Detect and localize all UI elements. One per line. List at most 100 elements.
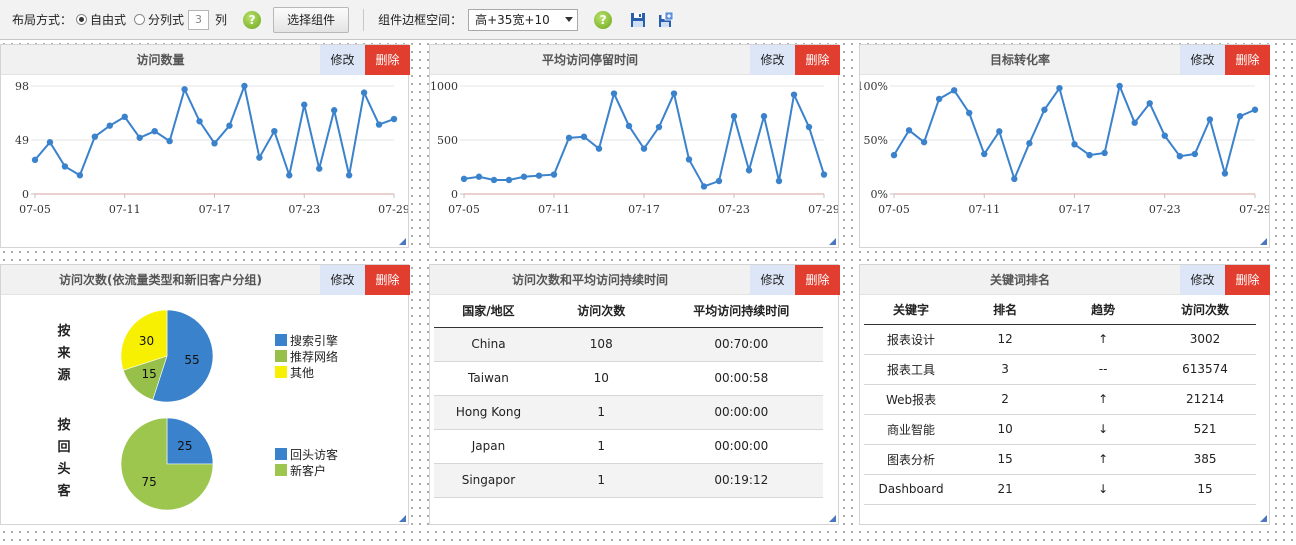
- x-tick-label: 07-29: [1239, 203, 1269, 216]
- table-row: Japan 1 00:00:00: [434, 429, 823, 464]
- legend-swatch: [275, 334, 287, 346]
- column-count-input[interactable]: 3: [188, 9, 210, 30]
- table-cell: Hong Kong: [434, 395, 543, 430]
- column-layout-radio[interactable]: [134, 14, 146, 25]
- free-layout-radio[interactable]: [76, 14, 88, 25]
- delete-button[interactable]: 删除: [795, 45, 840, 75]
- pie-group-label-char: 回: [57, 440, 71, 455]
- legend-swatch: [275, 448, 287, 460]
- data-point: [655, 123, 663, 131]
- delete-button[interactable]: 删除: [1225, 265, 1270, 295]
- legend-item: 其他: [275, 364, 338, 380]
- avg-stay-time-chart: 0 500 1000 07-05 07-11 07-17 07-23 07-29: [430, 80, 838, 216]
- save-icon[interactable]: [630, 12, 646, 28]
- help-icon[interactable]: ?: [594, 10, 613, 29]
- x-tick-label: 07-11: [538, 203, 570, 216]
- table-cell: ↓: [1052, 474, 1155, 505]
- table-cell: Japan: [434, 429, 543, 464]
- data-point: [981, 150, 988, 158]
- save-as-icon[interactable]: [658, 11, 674, 28]
- table-cell: --: [1052, 354, 1155, 385]
- x-tick-label: 07-29: [378, 203, 408, 216]
- data-point: [805, 123, 813, 131]
- visits-count-chart: 0 49 98 07-05 07-11 07-17 07-23 07-29: [15, 80, 408, 216]
- data-point: [950, 87, 958, 94]
- table-cell: 108: [542, 327, 660, 362]
- data-point: [91, 133, 99, 140]
- x-tick-label: 07-17: [628, 203, 660, 216]
- resize-handle[interactable]: [1260, 238, 1267, 245]
- data-point: [760, 113, 768, 120]
- pie-group-label-char: 按: [57, 418, 71, 433]
- x-tick-label: 07-05: [19, 203, 51, 216]
- border-space-label: 组件边框空间：: [378, 13, 463, 27]
- table-cell: China: [434, 327, 543, 362]
- column-header: 趋势: [1052, 295, 1155, 325]
- avg-stay-time-panel: 平均访问停留时间 修改 删除 0 500 1000 07-05 07-11 07-17 07…: [429, 44, 840, 248]
- data-point: [61, 163, 69, 170]
- resize-handle[interactable]: [829, 515, 836, 522]
- edit-button[interactable]: 修改: [750, 45, 795, 75]
- border-space-select[interactable]: 高+35宽+10: [468, 8, 579, 31]
- data-point: [1206, 116, 1214, 123]
- data-point: [31, 156, 39, 164]
- edit-button[interactable]: 修改: [320, 265, 365, 295]
- data-point: [76, 172, 84, 179]
- returning-pie-chart: 25 75: [120, 417, 214, 511]
- edit-button[interactable]: 修改: [320, 45, 365, 75]
- legend-label: 推荐网络: [290, 349, 339, 364]
- visits-grouped-panel: 访问次数(依流量类型和新旧客户分组) 修改 删除 按来源 按回头客 55 15 30…: [0, 264, 410, 525]
- pie-value-label: 25: [177, 439, 192, 453]
- column-header: 访问次数: [542, 295, 660, 328]
- table-cell: 3: [958, 354, 1053, 385]
- table-cell: 521: [1154, 414, 1256, 445]
- y-tick-label: 100%: [860, 80, 888, 93]
- resize-handle[interactable]: [829, 238, 836, 245]
- pie-group-label-char: 按: [57, 324, 71, 339]
- delete-button[interactable]: 删除: [365, 265, 410, 295]
- resize-handle[interactable]: [1260, 515, 1267, 522]
- y-tick-label: 49: [15, 134, 29, 147]
- help-icon[interactable]: ?: [243, 10, 262, 29]
- pie-value-label: 55: [184, 353, 199, 367]
- table-cell: 21: [958, 474, 1053, 505]
- column-header: 平均访问持续时间: [659, 295, 823, 328]
- table-cell: Web报表: [864, 384, 959, 415]
- select-component-button[interactable]: 选择组件: [273, 6, 350, 33]
- x-tick-label: 07-23: [288, 203, 320, 216]
- resize-handle[interactable]: [399, 515, 406, 522]
- resize-handle[interactable]: [399, 238, 406, 245]
- table-cell: Taiwan: [434, 361, 543, 396]
- x-tick-label: 07-29: [808, 203, 838, 216]
- panel-title: 访问次数(依流量类型和新旧客户分组): [59, 273, 262, 287]
- table-cell: 报表工具: [864, 354, 959, 385]
- delete-button[interactable]: 删除: [365, 45, 410, 75]
- data-point: [535, 172, 543, 179]
- table-row: 报表工具 3 -- 613574: [864, 354, 1256, 385]
- delete-button[interactable]: 删除: [795, 265, 840, 295]
- conversion-rate-panel: 目标转化率 修改 删除 0% 50% 100% 07-05 07-11 07-17 07-2…: [859, 44, 1270, 248]
- toolbar-divider: [363, 8, 365, 31]
- legend-swatch: [275, 464, 287, 476]
- table-cell: ↑: [1052, 384, 1155, 415]
- table-cell: ↑: [1052, 324, 1155, 355]
- panel-header: 访问次数和平均访问持续时间 修改 删除: [430, 265, 840, 295]
- data-point: [121, 113, 128, 121]
- table-row: China 108 00:70:00: [434, 327, 823, 362]
- pie-returning-label: 按回头客: [56, 415, 72, 503]
- y-tick-label: 98: [15, 80, 29, 93]
- edit-button[interactable]: 修改: [1180, 45, 1225, 75]
- data-point: [46, 139, 54, 146]
- edit-button[interactable]: 修改: [750, 265, 795, 295]
- column-header: 国家/地区: [434, 295, 543, 328]
- delete-button[interactable]: 删除: [1225, 45, 1270, 75]
- panel-header: 访问数量 修改 删除: [1, 45, 410, 75]
- data-point: [490, 176, 498, 184]
- series-line: [34, 82, 395, 180]
- y-tick-label: 0%: [871, 188, 888, 201]
- pie-group-label-char: 来: [57, 346, 71, 361]
- y-tick-label: 1000: [430, 80, 458, 93]
- x-tick-label: 07-17: [1059, 203, 1091, 216]
- data-point: [226, 122, 233, 129]
- edit-button[interactable]: 修改: [1180, 265, 1225, 295]
